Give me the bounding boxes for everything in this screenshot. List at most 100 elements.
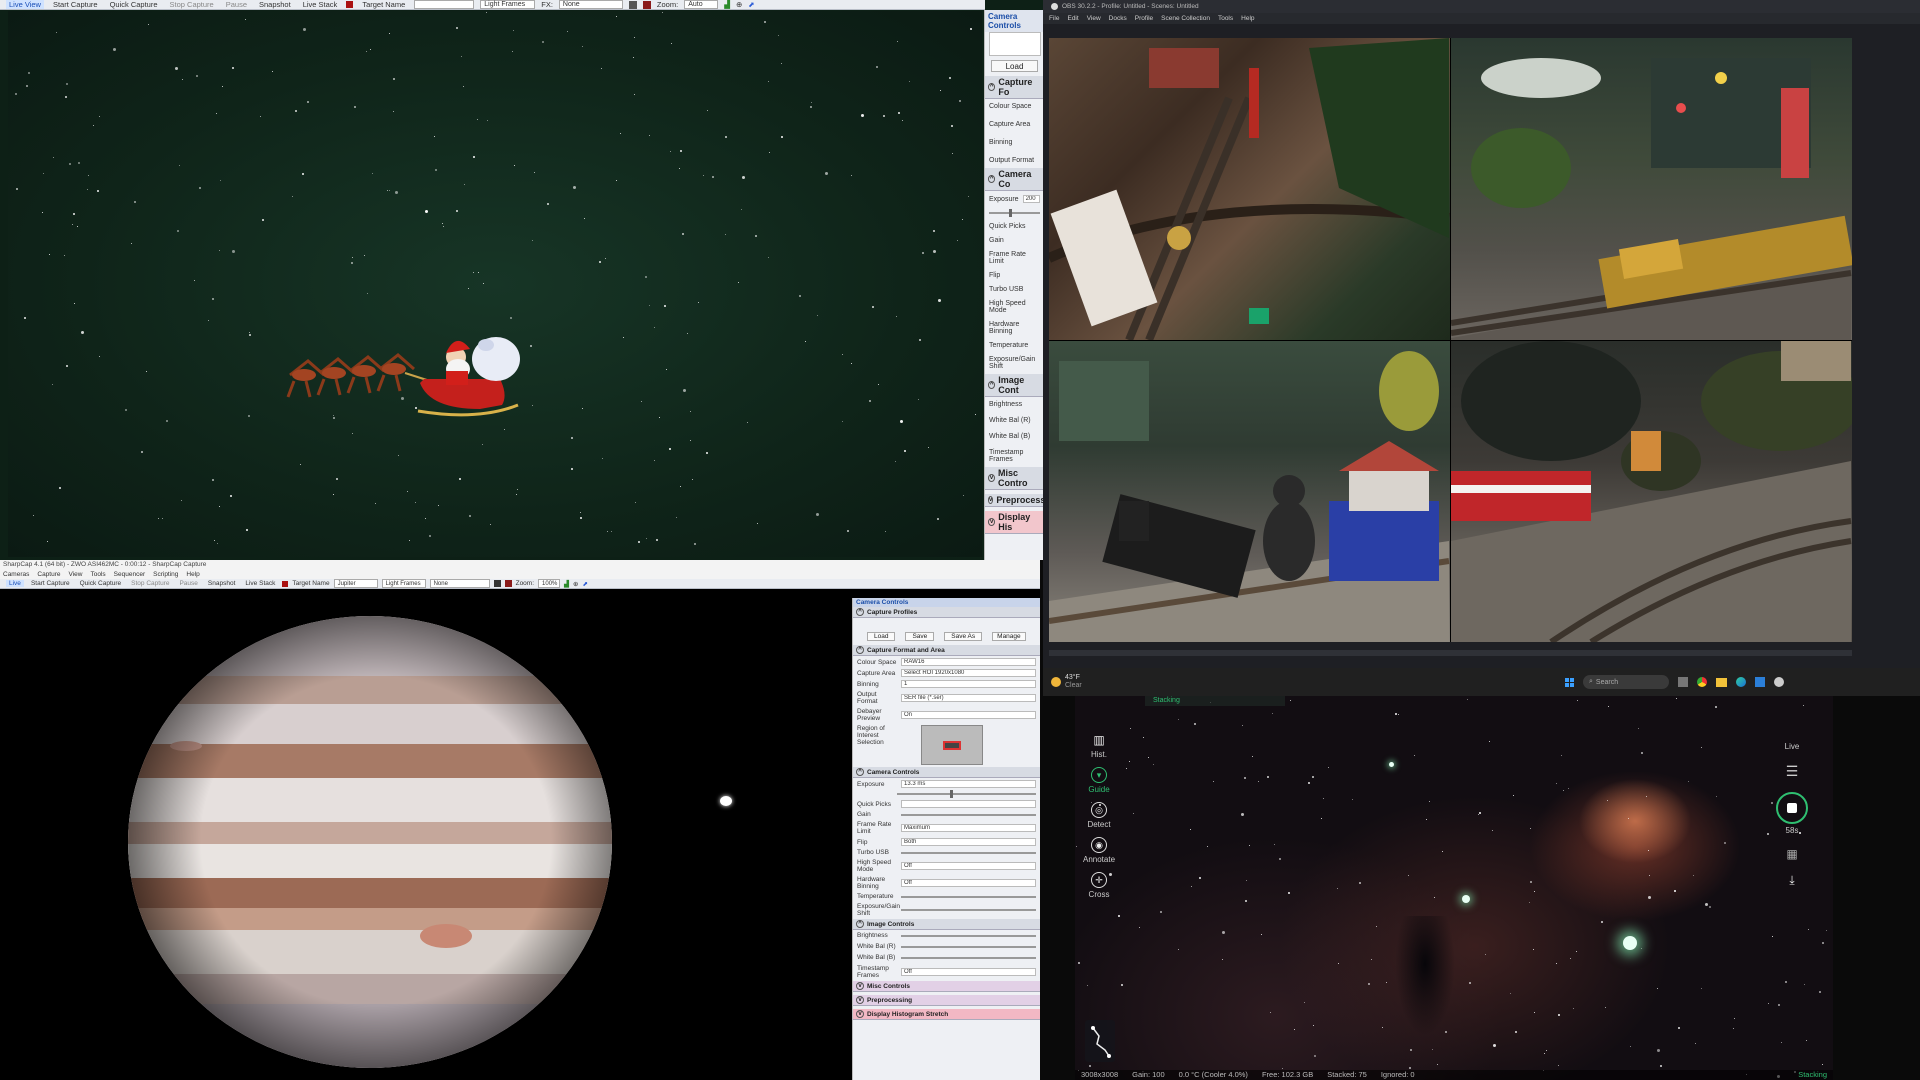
live-view-button[interactable]: Live View xyxy=(6,0,44,9)
menu-view[interactable]: View xyxy=(69,571,83,578)
color-swatch-icon[interactable] xyxy=(493,580,501,587)
taskbar-search[interactable]: ⌕ Search xyxy=(1583,675,1669,689)
collapse-icon[interactable]: ^ xyxy=(856,920,864,928)
quick-capture-button[interactable]: Quick Capture xyxy=(107,0,161,9)
quick-capture-button[interactable]: Quick Capture xyxy=(77,580,125,587)
fx-select[interactable]: None xyxy=(558,0,623,9)
load-profile-button[interactable]: Load xyxy=(867,632,896,641)
histogram-icon[interactable]: ▟ xyxy=(724,0,730,9)
record-icon[interactable] xyxy=(346,1,354,8)
misc-controls-section[interactable]: v Misc Controls xyxy=(853,981,1040,992)
camera-controls-section[interactable]: ^ Camera Co xyxy=(985,168,1044,191)
camera-controls-section[interactable]: ^ Camera Controls xyxy=(853,767,1040,778)
start-capture-button[interactable]: Start Capture xyxy=(28,580,73,587)
obs-scrollbar[interactable] xyxy=(1049,650,1852,656)
load-profile-button[interactable]: Load xyxy=(991,60,1038,72)
zoom-in-icon[interactable]: ⊕ xyxy=(573,580,578,588)
zoom-select[interactable]: 100% xyxy=(538,579,561,588)
expand-icon[interactable]: v xyxy=(988,474,995,482)
timestamp-select[interactable]: Off xyxy=(901,968,1036,976)
high-speed-select[interactable]: Off xyxy=(901,862,1036,870)
color-swatch-red-icon[interactable] xyxy=(642,0,651,9)
exposure-slider[interactable] xyxy=(897,790,1036,798)
obs-menu-help[interactable]: Help xyxy=(1241,15,1254,22)
roi-selector[interactable] xyxy=(921,725,983,765)
capture-area-select[interactable]: Select ROI 1920x1080 xyxy=(901,669,1036,677)
display-histogram-section[interactable]: v Display Histogram Stretch xyxy=(853,1009,1040,1020)
exposure-slider[interactable] xyxy=(989,209,1040,217)
live-mode-label[interactable]: Live xyxy=(1785,742,1800,751)
zoom-select[interactable]: Auto xyxy=(684,0,719,9)
collapse-icon[interactable]: ^ xyxy=(856,768,864,776)
stop-capture-button[interactable]: Stop Capture xyxy=(167,0,217,9)
misc-controls-section[interactable]: v Misc Contro xyxy=(985,467,1044,490)
sharpcap-bottom-viewport[interactable] xyxy=(0,598,852,1080)
edge-icon[interactable] xyxy=(1736,677,1746,687)
record-icon[interactable] xyxy=(282,580,289,587)
obs-menu-profile[interactable]: Profile xyxy=(1135,15,1153,22)
expand-icon[interactable]: v xyxy=(988,496,994,504)
exposure-input[interactable]: 200 xyxy=(1022,195,1040,203)
detect-tool-button[interactable]: ◎ Detect xyxy=(1085,802,1113,829)
menu-sequencer[interactable]: Sequencer xyxy=(114,571,145,578)
stop-capture-button[interactable]: Stop Capture xyxy=(128,580,172,587)
obs-menu-tools[interactable]: Tools xyxy=(1218,15,1233,22)
display-histogram-section[interactable]: v Display His xyxy=(985,511,1044,534)
start-capture-button[interactable]: Start Capture xyxy=(50,0,101,9)
obs-menu-file[interactable]: File xyxy=(1049,15,1059,22)
expand-icon[interactable]: v xyxy=(988,518,996,526)
menu-cameras[interactable]: Cameras xyxy=(3,571,29,578)
settings-calendar-icon[interactable]: ▦ xyxy=(1786,847,1797,861)
pause-button[interactable]: Pause xyxy=(176,580,200,587)
exposure-input[interactable]: 13.3 ms xyxy=(901,780,1036,788)
stop-record-button[interactable] xyxy=(1776,792,1808,824)
snapshot-button[interactable]: Snapshot xyxy=(205,580,238,587)
expand-icon[interactable]: v xyxy=(856,1010,864,1018)
zoom-in-icon[interactable]: ⊕ xyxy=(736,0,742,9)
download-icon[interactable]: ⤓ xyxy=(1789,873,1794,888)
weather-widget[interactable]: 43°F Clear xyxy=(1051,674,1082,690)
collapse-icon[interactable]: ^ xyxy=(856,646,864,654)
pointer-icon[interactable]: ⬈ xyxy=(582,580,587,588)
expand-icon[interactable]: v xyxy=(856,982,864,990)
guide-tool-button[interactable]: ▾ Guide xyxy=(1085,767,1113,794)
light-frames-select[interactable]: Light Frames xyxy=(381,579,426,588)
list-menu-icon[interactable]: ☰ xyxy=(1786,763,1799,780)
histogram-icon[interactable]: ▟ xyxy=(564,580,569,588)
constellation-thumbnail[interactable] xyxy=(1085,1020,1115,1062)
menu-capture[interactable]: Capture xyxy=(37,571,60,578)
color-swatch-icon[interactable] xyxy=(628,0,637,9)
manage-profiles-button[interactable]: Manage xyxy=(992,632,1026,641)
task-view-icon[interactable] xyxy=(1678,677,1688,687)
light-frames-select[interactable]: Light Frames xyxy=(480,0,536,9)
snapshot-button[interactable]: Snapshot xyxy=(256,0,294,9)
binning-select[interactable]: 1 xyxy=(901,680,1036,688)
quick-picks-select[interactable] xyxy=(901,800,1036,808)
cross-tool-button[interactable]: ✛ Cross xyxy=(1085,872,1113,899)
save-profile-button[interactable]: Save xyxy=(905,632,935,641)
capture-format-section[interactable]: ^ Capture Fo xyxy=(985,76,1044,99)
color-swatch-red-icon[interactable] xyxy=(504,580,512,587)
live-stack-button[interactable]: Live Stack xyxy=(300,0,341,9)
file-explorer-icon[interactable] xyxy=(1716,677,1727,687)
output-format-select[interactable]: SER file (*.ser) xyxy=(901,694,1036,702)
live-stack-button[interactable]: Live Stack xyxy=(242,580,278,587)
menu-tools[interactable]: Tools xyxy=(90,571,105,578)
obs-menu-edit[interactable]: Edit xyxy=(1067,15,1078,22)
obs-menu-docks[interactable]: Docks xyxy=(1109,15,1127,22)
preprocessing-section[interactable]: v Preprocessing xyxy=(853,995,1040,1006)
obs-menu-scene-collection[interactable]: Scene Collection xyxy=(1161,15,1210,22)
annotate-tool-button[interactable]: ◉ Annotate xyxy=(1083,837,1115,864)
pause-button[interactable]: Pause xyxy=(223,0,250,9)
frame-rate-select[interactable]: Maximum xyxy=(901,824,1036,832)
pointer-icon[interactable]: ⬈ xyxy=(748,0,754,9)
flip-select[interactable]: Both xyxy=(901,838,1036,846)
menu-scripting[interactable]: Scripting xyxy=(153,571,178,578)
collapse-icon[interactable]: ^ xyxy=(988,83,996,91)
target-name-input[interactable]: Jupiter xyxy=(333,579,378,588)
preprocessing-section[interactable]: v Preprocess xyxy=(985,494,1044,507)
collapse-icon[interactable]: ^ xyxy=(988,175,996,183)
hardware-binning-select[interactable]: Off xyxy=(901,879,1036,887)
save-as-profile-button[interactable]: Save As xyxy=(944,632,983,641)
menu-help[interactable]: Help xyxy=(186,571,199,578)
